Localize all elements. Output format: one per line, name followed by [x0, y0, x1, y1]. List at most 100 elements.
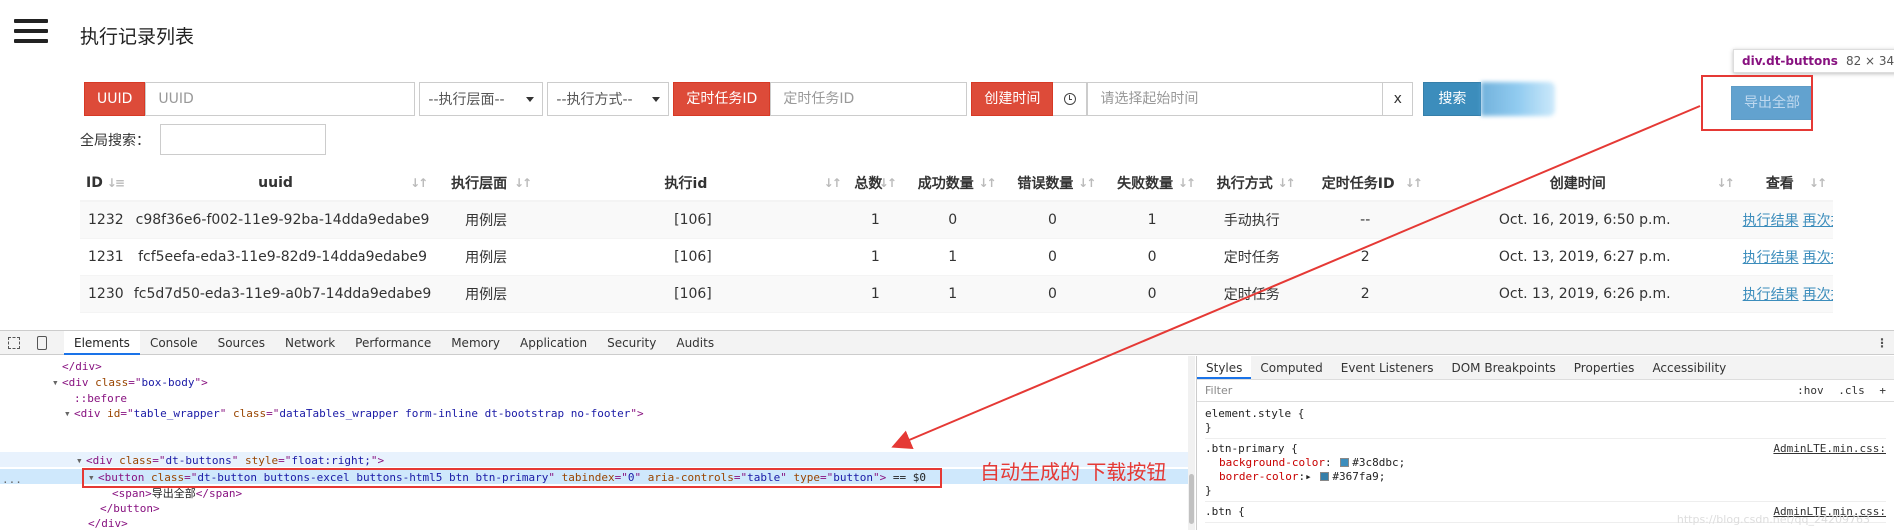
- table-header-row: ID ↓≡ uuid ↓↑ 执行层面 ↓↑ 执行id ↓↑ 总数 ↓↑ 成功数量 ↓↑ 错误…: [80, 165, 1833, 202]
- rerun-link[interactable]: 再次执行: [1803, 250, 1833, 266]
- chevron-down-icon: [652, 96, 661, 102]
- cell-level: 用例层: [434, 200, 539, 238]
- dom-line[interactable]: </div>: [88, 516, 128, 530]
- column-header[interactable]: 执行id ↓↑: [538, 165, 848, 202]
- styles-filter[interactable]: Filter :hov .cls +: [1197, 380, 1894, 402]
- global-search-input[interactable]: [160, 124, 326, 155]
- column-header[interactable]: 失败数量 ↓↑: [1102, 165, 1202, 202]
- dom-line[interactable]: ::before: [74, 391, 127, 406]
- sort-icon: ↓↑: [1078, 176, 1096, 190]
- cell-cron: --: [1301, 200, 1429, 238]
- column-header[interactable]: 执行层面 ↓↑: [434, 165, 539, 202]
- dom-line[interactable]: ▾ <div id="table_wrapper" class="dataTabl…: [64, 406, 644, 421]
- tab-dom-breakpoints[interactable]: DOM Breakpoints: [1442, 356, 1564, 379]
- elements-scrollbar[interactable]: [1188, 356, 1195, 530]
- global-search: 全局搜索：: [80, 124, 326, 155]
- created-time-input[interactable]: [1087, 82, 1384, 116]
- tab-elements[interactable]: Elements: [64, 330, 140, 355]
- cell-success: 0: [902, 200, 1003, 238]
- dom-line[interactable]: </div>: [62, 359, 102, 374]
- tab-audits[interactable]: Audits: [666, 331, 724, 355]
- ellipsis-icon[interactable]: ...: [2, 473, 22, 486]
- result-link[interactable]: 执行结果: [1743, 213, 1799, 229]
- color-swatch-icon[interactable]: [1320, 472, 1330, 481]
- tab-properties[interactable]: Properties: [1565, 356, 1644, 379]
- cell-mode: 定时任务: [1201, 274, 1302, 312]
- cell-fail: 0: [1102, 274, 1202, 312]
- elements-tree: ... </div> ▾ <div class="box-body"> ::bef…: [0, 356, 1195, 530]
- more-options-icon[interactable]: ⋮: [1870, 336, 1894, 350]
- column-header[interactable]: 执行方式 ↓↑: [1201, 165, 1302, 202]
- column-header[interactable]: 成功数量 ↓↑: [902, 165, 1003, 202]
- dom-line[interactable]: <span>导出全部</span>: [112, 486, 242, 501]
- cell-mode: 手动执行: [1201, 200, 1302, 238]
- cell-created: Oct. 13, 2019, 6:27 p.m.: [1428, 237, 1741, 275]
- table-row-partial: [80, 311, 1833, 330]
- dom-line[interactable]: </button>: [100, 501, 160, 516]
- filter-bar: UUID --执行层面-- --执行方式-- 定时任务ID 创建时间 x 搜索: [84, 82, 1556, 116]
- btn-primary-rule[interactable]: .btn-primary { AdminLTE.min.css: backgro…: [1205, 439, 1886, 502]
- cron-input[interactable]: [770, 82, 968, 116]
- page-title: 执行记录列表: [80, 26, 195, 48]
- menu-hamburger-icon[interactable]: [14, 19, 48, 43]
- search-button[interactable]: 搜索: [1423, 82, 1482, 116]
- element-style-rule[interactable]: element.style { }: [1205, 404, 1886, 439]
- cell-cron: 2: [1301, 237, 1429, 275]
- styles-tabs: Styles Computed Event Listeners DOM Brea…: [1197, 356, 1894, 380]
- tab-sources[interactable]: Sources: [208, 331, 275, 355]
- styles-rules: element.style { } .btn-primary { AdminLT…: [1197, 402, 1894, 525]
- stylesheet-link[interactable]: AdminLTE.min.css:: [1773, 442, 1886, 456]
- rerun-link[interactable]: 再次执行: [1803, 287, 1833, 303]
- tab-styles[interactable]: Styles: [1197, 356, 1252, 379]
- cell-error: 0: [1002, 237, 1103, 275]
- chevron-down-icon: [526, 96, 535, 102]
- tab-event-listeners[interactable]: Event Listeners: [1332, 356, 1443, 379]
- uuid-input[interactable]: [145, 82, 416, 116]
- column-header[interactable]: 查看 ↓↑: [1740, 165, 1833, 202]
- level-select[interactable]: --执行层面--: [419, 82, 544, 116]
- sort-icon: ↓↑: [823, 176, 842, 190]
- column-header[interactable]: 总数 ↓↑: [847, 165, 903, 202]
- uuid-label: UUID: [84, 82, 146, 116]
- clock-icon: [1063, 93, 1076, 105]
- column-header[interactable]: 错误数量 ↓↑: [1002, 165, 1103, 202]
- sort-icon: ↓↑: [878, 176, 897, 190]
- color-swatch-icon[interactable]: [1340, 458, 1350, 467]
- cell-uuid: c98f36e6-f002-11e9-92ba-14dda9edabe9: [130, 200, 435, 238]
- tab-console[interactable]: Console: [140, 331, 208, 355]
- result-link[interactable]: 执行结果: [1743, 287, 1799, 303]
- column-header[interactable]: 创建时间 ↓↑: [1428, 165, 1741, 202]
- cell-actions: 执行结果再次执行: [1740, 237, 1833, 275]
- inspect-element-icon[interactable]: [0, 331, 28, 355]
- tab-performance[interactable]: Performance: [345, 331, 441, 355]
- hov-toggle[interactable]: :hov: [1797, 384, 1824, 397]
- dom-line[interactable]: ▾ <div class="dt-buttons" style="float:ri…: [76, 453, 384, 468]
- cell-fail: 0: [1102, 237, 1202, 275]
- tab-memory[interactable]: Memory: [441, 331, 510, 355]
- devtools-panel: Elements Console Sources Network Perform…: [0, 330, 1894, 530]
- rerun-link[interactable]: 再次执行: [1803, 213, 1833, 229]
- dom-line[interactable]: ▾ <div class="box-body">: [52, 375, 208, 390]
- cls-toggle[interactable]: .cls: [1838, 384, 1865, 397]
- column-header[interactable]: uuid ↓↑: [130, 165, 435, 202]
- add-rule-icon[interactable]: +: [1879, 384, 1886, 397]
- cell-id: 1230: [80, 274, 131, 312]
- tab-accessibility[interactable]: Accessibility: [1643, 356, 1735, 379]
- cell-total: 1: [847, 200, 903, 238]
- result-link[interactable]: 执行结果: [1743, 250, 1799, 266]
- filter-placeholder: Filter: [1205, 384, 1233, 397]
- cron-label: 定时任务ID: [673, 82, 771, 116]
- tab-computed[interactable]: Computed: [1251, 356, 1331, 379]
- device-toolbar-icon[interactable]: [28, 331, 56, 355]
- sort-icon: ↓↑: [978, 176, 996, 190]
- tab-application[interactable]: Application: [510, 331, 597, 355]
- column-header[interactable]: 定时任务ID ↓↑: [1301, 165, 1429, 202]
- column-header[interactable]: ID ↓≡: [80, 165, 131, 202]
- level-select-value: --执行层面--: [428, 92, 505, 108]
- tab-network[interactable]: Network: [275, 331, 345, 355]
- devtools-hover-tooltip: div.dt-buttons 82 × 34: [1733, 49, 1894, 73]
- clear-time-button[interactable]: x: [1383, 82, 1414, 116]
- cell-id: 1231: [80, 237, 131, 275]
- tab-security[interactable]: Security: [597, 331, 666, 355]
- mode-select[interactable]: --执行方式--: [547, 82, 670, 116]
